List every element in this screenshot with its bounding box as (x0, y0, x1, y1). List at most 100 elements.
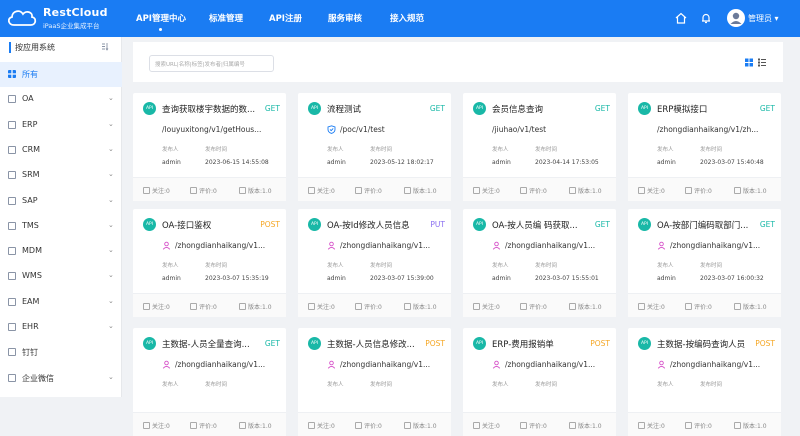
version-info: 版本:1.0 (569, 186, 602, 195)
chevron-down-icon[interactable]: ⌄ (108, 145, 114, 153)
chevron-down-icon[interactable]: ⌄ (108, 94, 114, 102)
chevron-down-icon[interactable]: ⌄ (108, 170, 114, 178)
api-card[interactable]: API OA-按人员编 码获取... GET/zhongdianhaikang/v1… (463, 209, 616, 317)
chevron-down-icon[interactable]: ⌄ (108, 120, 114, 128)
follow-button[interactable]: 关注:0 (638, 421, 665, 430)
publish-time-label: 发布时间 (370, 263, 393, 269)
api-card[interactable]: API ERP-费用报销单 POST/zhongdianhaikang/v1... 发… (463, 328, 616, 436)
rating-button[interactable]: 评价:0 (685, 302, 712, 311)
api-title[interactable]: 主数据-按编码查询人员 (657, 338, 755, 350)
app-icon (8, 297, 16, 306)
api-card[interactable]: API ERP模拟接口 GET/zhongdianhaikang/v1/zh... 发… (628, 93, 781, 201)
follow-button[interactable]: 关注:0 (143, 421, 170, 430)
sidebar-item-1[interactable]: OA ⌄ (0, 87, 122, 112)
api-card[interactable]: API OA-按Id修改人员信息 PUT/zhongdianhaikang/v1..… (298, 209, 451, 317)
http-method-badge: POST (755, 339, 775, 348)
card-footer: 关注:0 评价:0 版本:1.0 (133, 177, 286, 201)
rating-button[interactable]: 评价:0 (520, 421, 547, 430)
rating-button[interactable]: 评价:0 (685, 186, 712, 195)
sidebar-item-5[interactable]: SAP ⌄ (0, 189, 122, 214)
api-title[interactable]: 查询获取楼宇数据的数... (162, 103, 260, 115)
rating-button[interactable]: 评价:0 (355, 302, 382, 311)
sidebar-item-9[interactable]: EAM ⌄ (0, 290, 122, 315)
sidebar-item-4[interactable]: SRM ⌄ (0, 163, 122, 188)
chevron-down-icon[interactable]: ⌄ (108, 271, 114, 279)
api-title[interactable]: OA-按人员编 码获取... (492, 219, 590, 231)
http-method-badge: PUT (430, 220, 445, 229)
sidebar-item-12[interactable]: 企业微信 ⌄ (0, 366, 122, 391)
sidebar-item-2[interactable]: ERP ⌄ (0, 113, 122, 138)
sidebar-item-label: OA (22, 94, 34, 104)
sidebar-item-11[interactable]: 钉钉 (0, 340, 122, 365)
follow-button[interactable]: 关注:0 (473, 421, 500, 430)
nav-api-center[interactable]: API管理中心 (136, 12, 186, 31)
http-method-badge: GET (759, 104, 775, 113)
api-title[interactable]: 流程测试 (327, 103, 425, 115)
sidebar-item-3[interactable]: CRM ⌄ (0, 138, 122, 163)
sidebar-item-7[interactable]: MDM ⌄ (0, 239, 122, 264)
follow-button[interactable]: 关注:0 (308, 421, 335, 430)
follow-button[interactable]: 关注:0 (308, 186, 335, 195)
api-title[interactable]: OA-按部门编码取部门... (657, 219, 755, 231)
sidebar-item-10[interactable]: EHR ⌄ (0, 315, 122, 340)
home-icon[interactable] (674, 11, 688, 25)
api-title[interactable]: OA-接口鉴权 (162, 219, 260, 231)
api-card[interactable]: API 流程测试 GET/poc/v1/test 发布人 发布时间 admin 2023-0… (298, 93, 451, 201)
publish-time-value: 2023-03-07 15:55:01 (535, 275, 599, 282)
chevron-down-icon[interactable]: ⌄ (108, 297, 114, 305)
nav-standards[interactable]: 标准管理 (209, 12, 243, 24)
nav-service-review[interactable]: 服务审核 (328, 12, 362, 24)
api-title[interactable]: ERP-费用报销单 (492, 338, 590, 350)
publish-time-value: 2023-03-07 15:40:48 (700, 159, 764, 166)
api-title[interactable]: 主数据-人员全量查询... (162, 338, 260, 350)
sidebar-item-0[interactable]: 所有 (0, 62, 122, 87)
user-avatar[interactable] (727, 9, 745, 27)
follow-button[interactable]: 关注:0 (143, 302, 170, 311)
rating-button[interactable]: 评价:0 (355, 421, 382, 430)
api-title[interactable]: ERP模拟接口 (657, 103, 755, 115)
api-title[interactable]: OA-按Id修改人员信息 (327, 219, 425, 231)
sidebar-item-8[interactable]: WMS ⌄ (0, 264, 122, 289)
rating-button[interactable]: 评价:0 (190, 302, 217, 311)
http-method-badge: GET (264, 339, 280, 348)
api-card[interactable]: API 主数据-人员全量查询... GET/zhongdianhaikang/v1.… (133, 328, 286, 436)
chevron-down-icon[interactable]: ⌄ (108, 246, 114, 254)
chevron-down-icon[interactable]: ⌄ (108, 373, 114, 381)
rating-button[interactable]: 评价:0 (190, 186, 217, 195)
view-toggle[interactable] (745, 58, 770, 68)
chevron-down-icon[interactable]: ⌄ (108, 322, 114, 330)
follow-button[interactable]: 关注:0 (473, 186, 500, 195)
api-card[interactable]: API 查询获取楼宇数据的数... GET/louyuxitong/v1/getHo… (133, 93, 286, 201)
chevron-down-icon[interactable]: ⌄ (108, 221, 114, 229)
brand-logo[interactable]: RestCloud iPaaS企业集成平台 (6, 5, 121, 33)
bell-icon[interactable] (699, 11, 713, 25)
api-title[interactable]: 主数据-人员信息修改... (327, 338, 425, 350)
api-card[interactable]: API OA-按部门编码取部门... GET/zhongdianhaikang/v1… (628, 209, 781, 317)
rating-button[interactable]: 评价:0 (685, 421, 712, 430)
follow-button[interactable]: 关注:0 (473, 302, 500, 311)
version-info: 版本:1.0 (404, 186, 437, 195)
rating-button[interactable]: 评价:0 (520, 186, 547, 195)
api-card[interactable]: API 主数据-按编码查询人员 POST/zhongdianhaikang/v1..… (628, 328, 781, 436)
sidebar-item-label: MDM (22, 246, 42, 256)
rating-button[interactable]: 评价:0 (520, 302, 547, 311)
follow-button[interactable]: 关注:0 (143, 186, 170, 195)
chevron-down-icon[interactable]: ⌄ (108, 196, 114, 204)
user-menu[interactable]: 管理员 ▾ (748, 13, 779, 24)
nav-access-spec[interactable]: 接入规范 (390, 12, 424, 24)
nav-api-register[interactable]: API注册 (269, 12, 302, 24)
follow-button[interactable]: 关注:0 (638, 186, 665, 195)
version-info: 版本:1.0 (734, 421, 767, 430)
sort-toggle-icon[interactable] (101, 42, 110, 51)
follow-button[interactable]: 关注:0 (638, 302, 665, 311)
sidebar-item-6[interactable]: TMS ⌄ (0, 214, 122, 239)
follow-button[interactable]: 关注:0 (308, 302, 335, 311)
rating-button[interactable]: 评价:0 (190, 421, 217, 430)
api-title[interactable]: 会员信息查询 (492, 103, 590, 115)
api-card[interactable]: API 主数据-人员信息修改... POST/zhongdianhaikang/v1… (298, 328, 451, 436)
search-input[interactable]: 搜索URL|名称|标签|发布者|归属编号 (149, 55, 274, 72)
api-card[interactable]: API 会员信息查询 GET/jiuhao/v1/test 发布人 发布时间 admin 2… (463, 93, 616, 201)
card-footer: 关注:0 评价:0 版本:1.0 (133, 412, 286, 436)
rating-button[interactable]: 评价:0 (355, 186, 382, 195)
api-card[interactable]: API OA-接口鉴权 POST/zhongdianhaikang/v1... 发布人… (133, 209, 286, 317)
